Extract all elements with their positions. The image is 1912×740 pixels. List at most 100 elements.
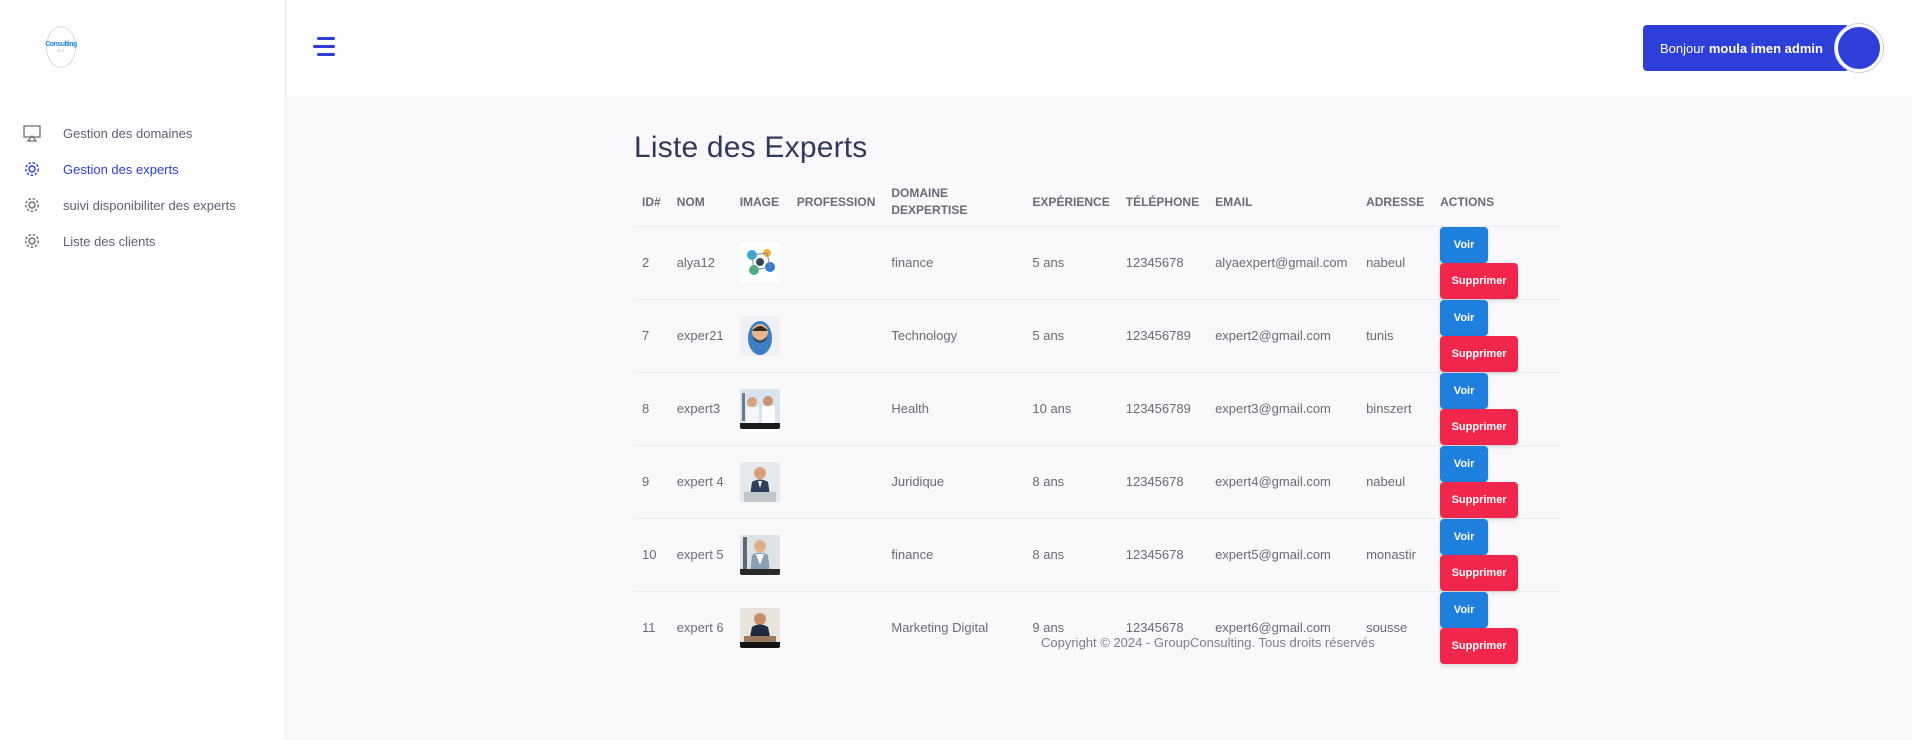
main-content: Liste des Experts ID# NOM IMAGE PROFESSI… (634, 97, 1561, 664)
cell-profession (788, 371, 884, 445)
logo-text: Consulting (45, 41, 77, 48)
cell-domaine: finance (883, 225, 1025, 299)
delete-button[interactable]: Supprimer (1440, 262, 1519, 299)
cell-nom: exper21 (668, 298, 732, 372)
column-header-experience: EXPÉRIENCE (1032, 194, 1110, 209)
cell-experience: 5 ans (1024, 225, 1118, 299)
cell-email: expert3@gmail.com (1207, 371, 1359, 445)
cell-profession (788, 517, 884, 591)
expert-photo (739, 534, 780, 575)
cell-telephone: 12345678 (1117, 517, 1208, 591)
column-header-actions: ACTIONS (1440, 194, 1495, 209)
cell-image (731, 298, 789, 372)
cell-nom: expert 5 (668, 517, 732, 591)
view-button[interactable]: Voir (1440, 299, 1489, 336)
cell-nom: expert 4 (668, 444, 732, 518)
cell-nom: expert3 (668, 371, 732, 445)
view-button[interactable]: Voir (1440, 445, 1489, 482)
cell-image (731, 371, 789, 445)
expert-photo (739, 607, 780, 648)
view-button[interactable]: Voir (1440, 372, 1489, 409)
cell-telephone: 123456789 (1117, 371, 1208, 445)
cell-image (731, 590, 789, 664)
table-header-row: ID# NOM IMAGE PROFESSION DOMAINE DEXPERT… (634, 179, 1561, 226)
cell-image (731, 444, 789, 518)
sidebar-item-label: suivi disponibiliter des experts (63, 197, 236, 213)
monitor-icon (22, 123, 42, 143)
expert-photo (739, 461, 780, 502)
sidebar-item-label: Gestion des experts (63, 161, 179, 177)
delete-button[interactable]: Supprimer (1440, 335, 1519, 372)
cell-experience: 8 ans (1024, 517, 1118, 591)
cell-nom: alya12 (668, 225, 732, 299)
view-button[interactable]: Voir (1440, 226, 1489, 263)
brand-logo[interactable]: Consulting G C (45, 26, 77, 68)
cell-id: 7 (634, 298, 669, 372)
view-button[interactable]: Voir (1440, 518, 1489, 555)
cell-telephone: 12345678 (1117, 225, 1208, 299)
cell-telephone: 12345678 (1117, 590, 1208, 664)
cell-id: 2 (634, 225, 669, 299)
sidebar-item-disponibilite[interactable]: suivi disponibiliter des experts (0, 187, 286, 223)
cell-profession (788, 444, 884, 518)
cell-domaine: Health (883, 371, 1025, 445)
hamburger-menu-icon[interactable] (313, 36, 337, 58)
sidebar-nav: Gestion des domaines Gestion des experts… (0, 115, 286, 259)
expert-photo (739, 242, 780, 283)
cell-actions: VoirSupprimer (1432, 444, 1561, 518)
experts-table: ID# NOM IMAGE PROFESSION DOMAINE DEXPERT… (634, 179, 1561, 664)
cell-adresse: sousse (1358, 590, 1433, 664)
expert-photo (739, 388, 780, 429)
gear-icon (22, 159, 42, 179)
column-header-image: IMAGE (739, 194, 780, 209)
column-header-nom: NOM (676, 194, 705, 209)
table-row: 10 expert 5 finance 8 ans 12345678 exper… (634, 517, 1561, 591)
cell-nom: expert 6 (668, 590, 732, 664)
cell-id: 11 (634, 590, 669, 664)
table-row: 8 expert3 Health 10 ans 123456789 expert… (634, 371, 1561, 445)
cell-adresse: tunis (1358, 298, 1433, 372)
cell-experience: 9 ans (1024, 590, 1118, 664)
delete-button[interactable]: Supprimer (1440, 408, 1519, 445)
gear-icon (22, 231, 42, 251)
cell-actions: VoirSupprimer (1432, 590, 1561, 664)
table-row: 11 expert 6 Marketing Digital 9 ans 1234… (634, 590, 1561, 664)
gear-icon (22, 195, 42, 215)
cell-telephone: 12345678 (1117, 444, 1208, 518)
logo-subtext: G C (57, 48, 65, 53)
cell-actions: VoirSupprimer (1432, 517, 1561, 591)
column-header-id: ID# (642, 194, 661, 209)
footer-copyright: Copyright © 2024 - GroupConsulting. Tous… (1041, 635, 1375, 650)
sidebar-item-label: Liste des clients (63, 233, 156, 249)
cell-telephone: 123456789 (1117, 298, 1208, 372)
user-name: moula imen admin (1708, 40, 1823, 56)
sidebar-item-clients[interactable]: Liste des clients (0, 223, 286, 259)
sidebar-item-domaines[interactable]: Gestion des domaines (0, 115, 286, 151)
view-button[interactable]: Voir (1440, 591, 1489, 628)
column-header-email: EMAIL (1215, 194, 1253, 209)
cell-adresse: binszert (1358, 371, 1433, 445)
cell-image (731, 517, 789, 591)
sidebar-item-experts[interactable]: Gestion des experts (0, 151, 286, 187)
column-header-domaine: DOMAINE DEXPERTISE (883, 179, 1024, 226)
delete-button[interactable]: Supprimer (1440, 554, 1519, 591)
cell-image (731, 225, 789, 299)
cell-email: alyaexpert@gmail.com (1207, 225, 1359, 299)
user-menu-button[interactable]: Bonjour moula imen admin (1643, 25, 1849, 71)
cell-profession (788, 590, 884, 664)
expert-photo (739, 315, 780, 356)
column-header-telephone: TÉLÉPHONE (1125, 194, 1200, 209)
sidebar-item-label: Gestion des domaines (63, 125, 193, 141)
top-header: Bonjour moula imen admin (287, 0, 1912, 97)
cell-domaine: Technology (883, 298, 1025, 372)
cell-adresse: nabeul (1358, 444, 1433, 518)
cell-email: expert4@gmail.com (1207, 444, 1359, 518)
cell-id: 8 (634, 371, 669, 445)
cell-actions: VoirSupprimer (1432, 225, 1561, 299)
cell-actions: VoirSupprimer (1432, 371, 1561, 445)
cell-adresse: monastir (1358, 517, 1433, 591)
column-header-adresse: ADRESSE (1366, 194, 1425, 209)
delete-button[interactable]: Supprimer (1440, 481, 1519, 518)
avatar[interactable] (1835, 24, 1883, 72)
delete-button[interactable]: Supprimer (1440, 627, 1519, 664)
